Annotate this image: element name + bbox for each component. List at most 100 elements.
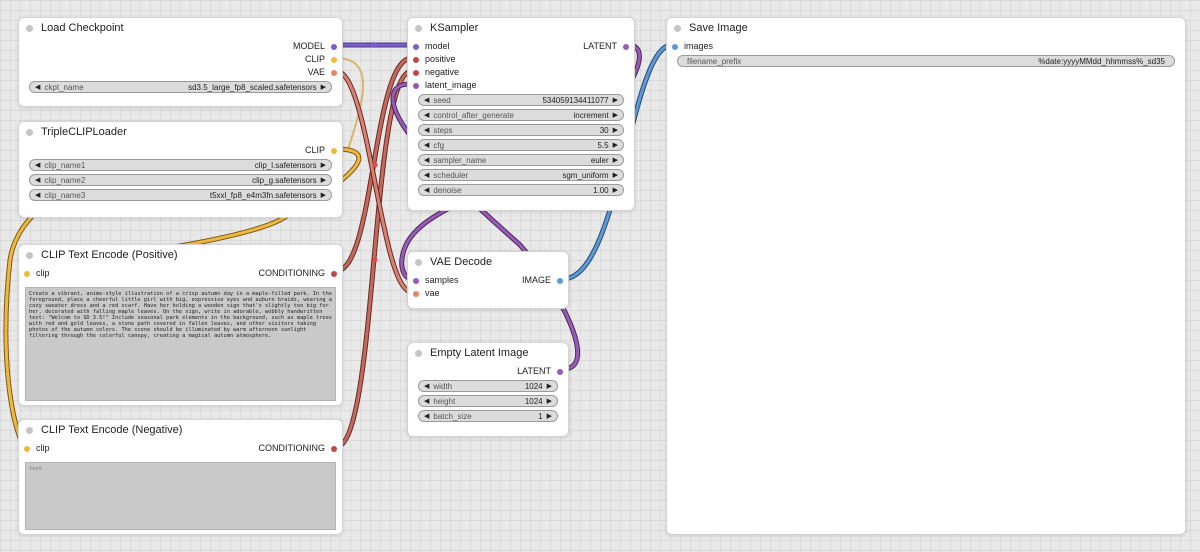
- collapse-dot-icon[interactable]: [26, 251, 33, 259]
- negative-prompt-textarea[interactable]: text: [25, 462, 336, 530]
- collapse-dot-icon[interactable]: [26, 128, 33, 136]
- decrement-arrow-icon[interactable]: ◀: [35, 83, 40, 91]
- input-slot-images[interactable]: images: [672, 40, 713, 53]
- widget-clip-name3[interactable]: ◀ clip_name3 t5xxl_fp8_e4m3fn.safetensor…: [29, 189, 332, 201]
- node-header[interactable]: CLIP Text Encode (Negative): [19, 420, 342, 440]
- decrement-arrow-icon[interactable]: ◀: [424, 111, 429, 119]
- widget-clip-name1[interactable]: ◀ clip_name1 clip_l.safetensors ▶: [29, 159, 332, 171]
- slot-dot-icon[interactable]: [413, 290, 419, 297]
- output-slot-latent[interactable]: LATENT: [583, 40, 629, 53]
- increment-arrow-icon[interactable]: ▶: [613, 96, 618, 104]
- input-slot-vae[interactable]: vae: [413, 287, 440, 300]
- increment-arrow-icon[interactable]: ▶: [547, 382, 552, 390]
- output-slot-conditioning[interactable]: CONDITIONING: [259, 267, 337, 280]
- increment-arrow-icon[interactable]: ▶: [321, 191, 326, 199]
- widget-sampler-name[interactable]: ◀ sampler_name euler ▶: [418, 154, 624, 166]
- node-header[interactable]: Load Checkpoint: [19, 18, 342, 38]
- decrement-arrow-icon[interactable]: ◀: [424, 171, 429, 179]
- decrement-arrow-icon[interactable]: ◀: [424, 382, 429, 390]
- slot-dot-icon[interactable]: [413, 43, 419, 50]
- output-slot-model[interactable]: MODEL: [293, 40, 337, 53]
- node-header[interactable]: VAE Decode: [408, 252, 568, 272]
- widget-steps[interactable]: ◀ steps 30 ▶: [418, 124, 624, 136]
- collapse-dot-icon[interactable]: [415, 349, 422, 357]
- node-empty-latent-image[interactable]: Empty Latent Image LATENT ◀ width 1024 ▶…: [407, 342, 569, 437]
- input-slot-latent-image[interactable]: latent_image: [413, 79, 477, 92]
- slot-dot-icon[interactable]: [331, 69, 337, 76]
- increment-arrow-icon[interactable]: ▶: [547, 397, 552, 405]
- node-clip-text-encode-negative[interactable]: CLIP Text Encode (Negative) clip CONDITI…: [18, 419, 343, 535]
- decrement-arrow-icon[interactable]: ◀: [424, 186, 429, 194]
- widget-denoise[interactable]: ◀ denoise 1.00 ▶: [418, 184, 624, 196]
- node-clip-text-encode-positive[interactable]: CLIP Text Encode (Positive) clip CONDITI…: [18, 244, 343, 406]
- increment-arrow-icon[interactable]: ▶: [547, 412, 552, 420]
- node-header[interactable]: CLIP Text Encode (Positive): [19, 245, 342, 265]
- increment-arrow-icon[interactable]: ▶: [613, 111, 618, 119]
- widget-seed[interactable]: ◀ seed 534059134411077 ▶: [418, 94, 624, 106]
- widget-clip-name2[interactable]: ◀ clip_name2 clip_g.safetensors ▶: [29, 174, 332, 186]
- output-slot-clip[interactable]: CLIP: [305, 144, 337, 157]
- decrement-arrow-icon[interactable]: ◀: [35, 176, 40, 184]
- node-header[interactable]: KSampler: [408, 18, 634, 38]
- node-vae-decode[interactable]: VAE Decode samples IMAGE vae: [407, 251, 569, 309]
- output-slot-image[interactable]: IMAGE: [522, 274, 563, 287]
- input-slot-model[interactable]: model: [413, 40, 450, 53]
- slot-dot-icon[interactable]: [413, 69, 419, 76]
- increment-arrow-icon[interactable]: ▶: [321, 83, 326, 91]
- widget-scheduler[interactable]: ◀ scheduler sgm_uniform ▶: [418, 169, 624, 181]
- node-triple-clip-loader[interactable]: TripleCLIPLoader CLIP ◀ clip_name1 clip_…: [18, 121, 343, 218]
- decrement-arrow-icon[interactable]: ◀: [424, 126, 429, 134]
- collapse-dot-icon[interactable]: [26, 24, 33, 32]
- node-header[interactable]: Save Image: [667, 18, 1185, 38]
- increment-arrow-icon[interactable]: ▶: [613, 141, 618, 149]
- slot-dot-icon[interactable]: [24, 445, 30, 452]
- widget-filename-prefix[interactable]: filename_prefix %date:yyyyMMdd_hhmmss%_s…: [677, 55, 1175, 67]
- decrement-arrow-icon[interactable]: ◀: [424, 412, 429, 420]
- slot-dot-icon[interactable]: [331, 56, 337, 63]
- widget-height[interactable]: ◀ height 1024 ▶: [418, 395, 558, 407]
- node-ksampler[interactable]: KSampler model LATENT positive negative …: [407, 17, 635, 211]
- widget-ckpt-name[interactable]: ◀ ckpt_name sd3.5_large_fp8_scaled.safet…: [29, 81, 332, 93]
- slot-dot-icon[interactable]: [331, 445, 337, 452]
- node-save-image[interactable]: Save Image images filename_prefix %date:…: [666, 17, 1186, 535]
- increment-arrow-icon[interactable]: ▶: [613, 156, 618, 164]
- slot-dot-icon[interactable]: [331, 270, 337, 277]
- widget-control-after-generate[interactable]: ◀ control_after_generate increment ▶: [418, 109, 624, 121]
- decrement-arrow-icon[interactable]: ◀: [424, 397, 429, 405]
- node-header[interactable]: Empty Latent Image: [408, 343, 568, 363]
- increment-arrow-icon[interactable]: ▶: [321, 176, 326, 184]
- collapse-dot-icon[interactable]: [26, 426, 33, 434]
- input-slot-clip[interactable]: clip: [24, 267, 50, 280]
- slot-dot-icon[interactable]: [331, 43, 337, 50]
- decrement-arrow-icon[interactable]: ◀: [424, 96, 429, 104]
- collapse-dot-icon[interactable]: [415, 24, 422, 32]
- widget-cfg[interactable]: ◀ cfg 5.5 ▶: [418, 139, 624, 151]
- increment-arrow-icon[interactable]: ▶: [613, 126, 618, 134]
- increment-arrow-icon[interactable]: ▶: [321, 161, 326, 169]
- widget-width[interactable]: ◀ width 1024 ▶: [418, 380, 558, 392]
- output-slot-conditioning[interactable]: CONDITIONING: [259, 442, 337, 455]
- prompt-textarea[interactable]: Create a vibrant, anime-style illustrati…: [25, 287, 336, 401]
- slot-dot-icon[interactable]: [413, 277, 419, 284]
- increment-arrow-icon[interactable]: ▶: [613, 171, 618, 179]
- input-slot-clip[interactable]: clip: [24, 442, 50, 455]
- output-slot-vae[interactable]: VAE: [308, 66, 337, 79]
- decrement-arrow-icon[interactable]: ◀: [424, 141, 429, 149]
- node-header[interactable]: TripleCLIPLoader: [19, 122, 342, 142]
- decrement-arrow-icon[interactable]: ◀: [35, 161, 40, 169]
- input-slot-positive[interactable]: positive: [413, 53, 456, 66]
- output-slot-latent[interactable]: LATENT: [517, 365, 563, 378]
- slot-dot-icon[interactable]: [557, 368, 563, 375]
- slot-dot-icon[interactable]: [413, 56, 419, 63]
- slot-dot-icon[interactable]: [24, 270, 30, 277]
- decrement-arrow-icon[interactable]: ◀: [35, 191, 40, 199]
- slot-dot-icon[interactable]: [557, 277, 563, 284]
- decrement-arrow-icon[interactable]: ◀: [424, 156, 429, 164]
- input-slot-negative[interactable]: negative: [413, 66, 459, 79]
- slot-dot-icon[interactable]: [413, 82, 419, 89]
- increment-arrow-icon[interactable]: ▶: [613, 186, 618, 194]
- collapse-dot-icon[interactable]: [674, 24, 681, 32]
- slot-dot-icon[interactable]: [672, 43, 678, 50]
- input-slot-samples[interactable]: samples: [413, 274, 459, 287]
- output-slot-clip[interactable]: CLIP: [305, 53, 337, 66]
